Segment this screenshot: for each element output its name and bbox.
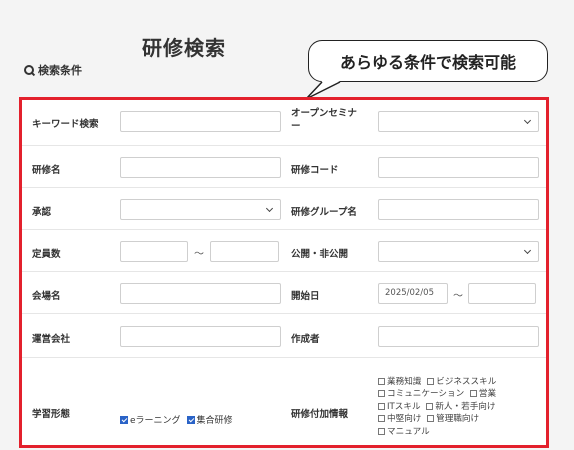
learning-mode-option-label: 集合研修 [196, 416, 233, 426]
capacity-range-separator: ～ [194, 249, 204, 260]
start-date-from-input[interactable]: 2025/02/05 [378, 283, 448, 304]
page: 研修検索 検索条件 あらゆる条件で検索可能 キーワード検索 オープンセミナー 研… [0, 0, 574, 450]
training-code-label: 研修コード [291, 165, 339, 176]
tag-option[interactable]: 営業 [469, 388, 497, 400]
keyword-label: キーワード検索 [32, 119, 99, 130]
tag-option-label: 新人・若手向け [435, 401, 496, 412]
search-icon [24, 65, 34, 75]
form-row: 定員数 ～ 公開・非公開 [22, 230, 546, 272]
start-date-label: 開始日 [291, 291, 320, 302]
tag-option-label: ビジネススキル [436, 377, 497, 387]
checkbox-icon[interactable] [186, 416, 195, 424]
approval-select[interactable] [120, 199, 281, 220]
training-group-name-input[interactable] [378, 199, 539, 220]
operating-company-input[interactable] [120, 326, 281, 347]
tag-option[interactable]: 管理職向け [427, 413, 479, 425]
learning-mode-options: eラーニング 集合研修 [120, 408, 233, 427]
checkbox-icon[interactable] [378, 378, 385, 385]
checkbox-icon[interactable] [378, 415, 385, 423]
venue-name-label: 会場名 [32, 291, 61, 302]
tag-option-label: 中堅向け [387, 414, 422, 425]
capacity-label: 定員数 [32, 249, 61, 260]
form-row: キーワード検索 オープンセミナー [22, 100, 546, 146]
tag-option[interactable]: マニュアル [378, 426, 430, 438]
training-tags-label: 研修付加情報 [291, 409, 349, 420]
learning-mode-option-elearning[interactable]: eラーニング [120, 408, 181, 427]
form-row: 会場名 開始日 2025/02/05 ～ [22, 272, 546, 314]
form-row: 研修名 研修コード [22, 146, 546, 188]
training-name-input[interactable] [120, 157, 281, 178]
tag-option-label: マニュアル [387, 426, 430, 437]
search-form-frame: キーワード検索 オープンセミナー 研修名 研修コード 承認 研修グループ名 定員… [19, 97, 549, 448]
checkbox-icon[interactable] [120, 416, 128, 424]
training-tags-options: 業務知識 ビジネススキル コミュニケーション 営業 ITスキル 新人・若手向け … [378, 376, 546, 438]
start-date-to-input[interactable] [468, 283, 536, 304]
keyword-input[interactable] [120, 111, 281, 132]
tag-option-label: 営業 [478, 389, 497, 400]
capacity-to-input[interactable] [210, 241, 279, 262]
search-conditions-label: 検索条件 [38, 64, 82, 77]
checkbox-icon[interactable] [427, 415, 435, 423]
checkbox-icon[interactable] [378, 427, 385, 435]
creator-label: 作成者 [291, 334, 320, 345]
checkbox-icon[interactable] [378, 390, 385, 398]
visibility-select[interactable] [378, 241, 539, 262]
tag-option-label: コミュニケーション [387, 389, 465, 400]
approval-label: 承認 [32, 207, 52, 218]
tag-option-label: 業務知識 [387, 377, 422, 387]
tag-option[interactable]: ITスキル [378, 401, 421, 413]
start-date-range-separator: ～ [453, 291, 463, 302]
form-row: 運営会社 作成者 [22, 314, 546, 358]
capacity-from-input[interactable] [120, 241, 188, 262]
checkbox-icon[interactable] [426, 402, 434, 410]
open-seminar-select[interactable] [378, 111, 539, 132]
form-row: 承認 研修グループ名 [22, 188, 546, 230]
tag-option[interactable]: ビジネススキル [427, 376, 496, 388]
callout-bubble: あらゆる条件で検索可能 [308, 40, 548, 82]
tag-option-label: 管理職向け [436, 414, 480, 425]
page-title: 研修検索 [142, 36, 226, 60]
tag-option[interactable]: 業務知識 [378, 376, 421, 388]
creator-input[interactable] [378, 326, 539, 347]
tag-option[interactable]: 新人・若手向け [426, 401, 495, 413]
visibility-label: 公開・非公開 [291, 249, 349, 260]
checkbox-icon[interactable] [469, 390, 477, 398]
tag-option-label: ITスキル [387, 401, 421, 412]
checkbox-icon[interactable] [427, 378, 435, 385]
checkbox-icon[interactable] [378, 402, 385, 410]
learning-mode-label: 学習形態 [32, 409, 71, 420]
learning-mode-option-classroom[interactable]: 集合研修 [186, 408, 233, 427]
learning-mode-option-label: eラーニング [130, 416, 181, 426]
search-conditions-heading: 検索条件 [24, 62, 82, 78]
training-name-label: 研修名 [32, 165, 61, 176]
venue-name-input[interactable] [120, 283, 281, 304]
tag-option[interactable]: 中堅向け [378, 413, 421, 425]
operating-company-label: 運営会社 [32, 334, 71, 345]
callout-text: あらゆる条件で検索可能 [339, 53, 516, 72]
tag-option[interactable]: コミュニケーション [378, 388, 464, 400]
open-seminar-label: オープンセミナー [291, 108, 357, 132]
training-code-input[interactable] [378, 157, 539, 178]
training-group-name-label: 研修グループ名 [291, 207, 357, 218]
